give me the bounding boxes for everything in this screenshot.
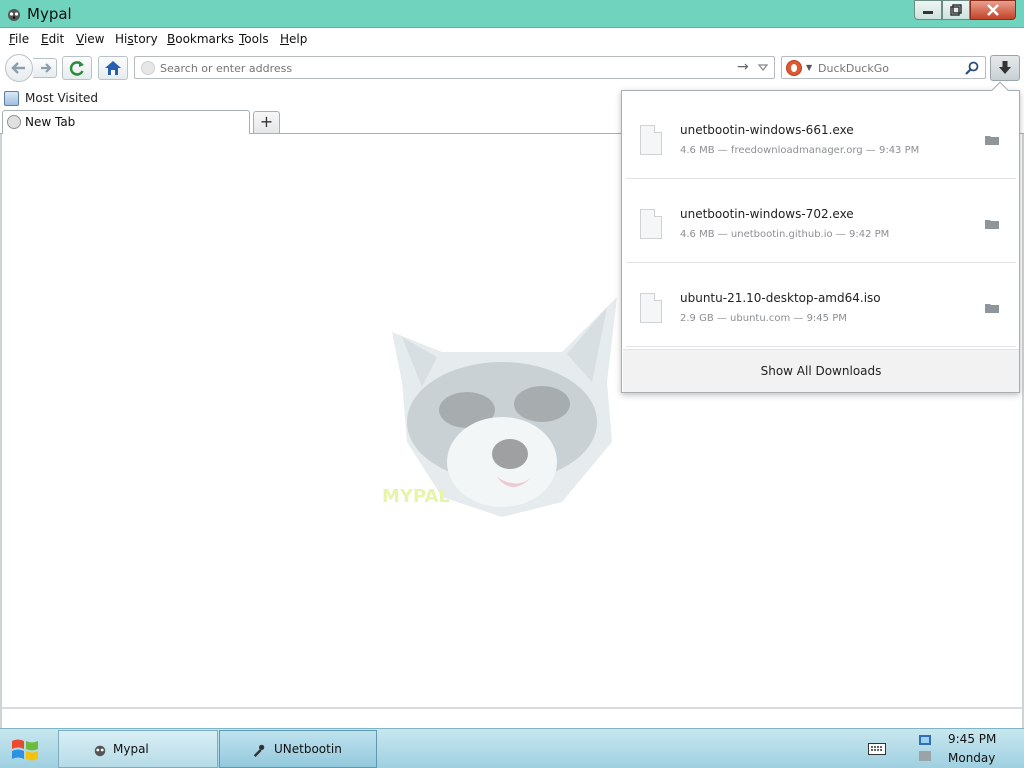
download-details: 4.6 MB — unetbootin.github.io — 9:42 PM: [680, 229, 890, 240]
download-details: 2.9 GB — ubuntu.com — 9:45 PM: [680, 313, 847, 324]
menu-bookmarks[interactable]: Bookmarks: [167, 32, 234, 46]
downloads-panel: unetbootin-windows-661.exe 4.6 MB — free…: [621, 81, 1020, 393]
download-arrow-icon: [999, 61, 1011, 74]
forward-arrow-icon: [41, 63, 52, 73]
tab-label: New Tab: [25, 115, 76, 129]
unetbootin-taskbar-icon: [253, 744, 265, 757]
search-icon[interactable]: [964, 60, 980, 76]
menu-help[interactable]: Help: [280, 32, 307, 46]
history-dropdown-icon[interactable]: [757, 61, 769, 73]
download-filename: ubuntu-21.10-desktop-amd64.iso: [680, 291, 881, 305]
download-filename: unetbootin-windows-702.exe: [680, 207, 854, 221]
open-folder-icon[interactable]: [985, 303, 999, 313]
clock-day[interactable]: Monday: [948, 751, 995, 765]
menu-view[interactable]: View: [76, 32, 104, 46]
duckduckgo-engine-icon[interactable]: [786, 60, 802, 76]
search-engine-dropdown-icon[interactable]: ▼: [806, 63, 812, 72]
network-tray-icon[interactable]: [918, 733, 934, 765]
windows-start-icon[interactable]: [8, 735, 42, 765]
tab-favicon-globe-icon: [7, 115, 21, 129]
taskbar-app-mypal[interactable]: Mypal: [58, 730, 218, 768]
keyboard-tray-icon[interactable]: [868, 743, 886, 755]
address-input[interactable]: [160, 60, 720, 76]
back-forward-group: [5, 54, 57, 82]
window-title: Mypal: [27, 5, 72, 23]
file-icon: [640, 209, 662, 239]
back-arrow-icon: [11, 62, 25, 74]
back-button[interactable]: [5, 54, 33, 82]
mypal-raccoon-logo: MYPAL: [382, 297, 617, 517]
download-filename: unetbootin-windows-661.exe: [680, 123, 854, 137]
reload-icon: [69, 61, 84, 76]
new-tab-button[interactable]: +: [253, 111, 280, 133]
bookmark-label: Most Visited: [25, 91, 99, 105]
taskbar-app-unetbootin[interactable]: UNetbootin: [219, 730, 377, 768]
navigation-toolbar: → ▼: [0, 50, 1024, 86]
close-button[interactable]: [970, 0, 1016, 20]
downloads-button[interactable]: [990, 55, 1020, 81]
download-item[interactable]: ubuntu-21.10-desktop-amd64.iso 2.9 GB — …: [626, 263, 1016, 347]
forward-button[interactable]: [33, 58, 57, 78]
open-folder-icon[interactable]: [985, 219, 999, 229]
show-all-downloads-label: Show All Downloads: [760, 364, 882, 378]
taskbar-app-label: UNetbootin: [274, 742, 342, 756]
restore-button[interactable]: [942, 0, 970, 20]
title-bar: Mypal: [0, 0, 1024, 28]
most-visited-folder-icon: [4, 91, 19, 106]
menu-file[interactable]: File: [9, 32, 29, 46]
home-icon: [105, 61, 121, 75]
menu-bar: File Edit View History Bookmarks Tools H…: [0, 28, 1024, 50]
show-all-downloads-button[interactable]: Show All Downloads: [623, 349, 1019, 392]
download-item[interactable]: unetbootin-windows-702.exe 4.6 MB — unet…: [626, 179, 1016, 263]
address-bar[interactable]: →: [134, 56, 775, 79]
search-bar[interactable]: ▼: [781, 56, 986, 79]
mypal-app-icon: [8, 9, 20, 21]
content-bottom-border: [2, 707, 1022, 709]
mypal-taskbar-icon: [94, 745, 106, 757]
svg-text:MYPAL: MYPAL: [382, 486, 450, 507]
open-folder-icon[interactable]: [985, 135, 999, 145]
minimize-button[interactable]: [914, 0, 942, 20]
tab-new-tab[interactable]: New Tab: [2, 110, 250, 134]
download-details: 4.6 MB — freedownloadmanager.org — 9:43 …: [680, 145, 920, 156]
reload-button[interactable]: [62, 56, 92, 80]
search-input[interactable]: [818, 60, 958, 76]
menu-edit[interactable]: Edit: [41, 32, 64, 46]
home-button[interactable]: [98, 56, 128, 80]
taskbar-app-label: Mypal: [113, 742, 149, 756]
file-icon: [640, 293, 662, 323]
site-identity-icon: [141, 61, 155, 75]
close-icon: [987, 4, 999, 16]
minimize-icon: [923, 11, 933, 14]
menu-history[interactable]: History: [115, 32, 158, 46]
clock-time[interactable]: 9:45 PM: [948, 732, 996, 746]
file-icon: [640, 125, 662, 155]
download-item[interactable]: unetbootin-windows-661.exe 4.6 MB — free…: [626, 95, 1016, 179]
go-arrow-icon[interactable]: →: [737, 59, 749, 75]
taskbar: Mypal UNetbootin 9:45 PM Monday: [0, 728, 1024, 768]
menu-tools[interactable]: Tools: [239, 32, 269, 46]
restore-icon: [950, 4, 962, 16]
